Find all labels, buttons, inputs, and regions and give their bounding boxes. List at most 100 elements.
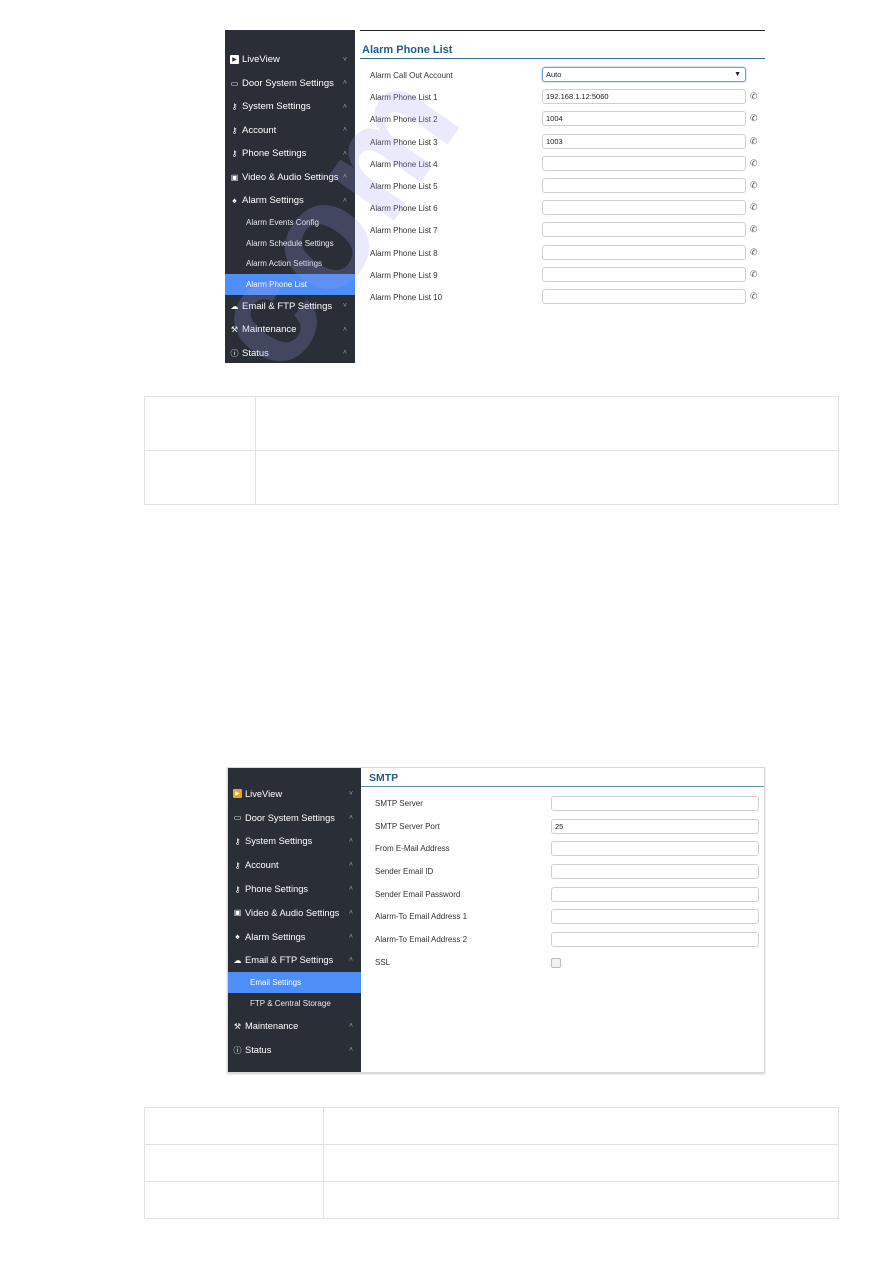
sidebar-item-status[interactable]: ⓘ Status ˄ [228, 1038, 361, 1062]
chevron-up-icon: ˄ [342, 126, 347, 134]
sidebar-subitem-alarm-phone-list[interactable]: Alarm Phone List [225, 274, 355, 295]
sidebar-item-liveview[interactable]: ▶ LiveView ˅ [228, 782, 361, 806]
sidebar-item-label: Door System Settings [245, 812, 335, 823]
alarm-phone-label: Alarm Phone List 2 [370, 115, 438, 125]
phone-icon[interactable]: ✆ [750, 247, 758, 258]
dropdown-caret-icon: ▼ [734, 71, 741, 78]
alarm-phone-input[interactable]: 1003 [542, 133, 746, 149]
alarm-phone-input[interactable]: 1004 [542, 111, 746, 127]
sidebar-item-system-settings[interactable]: ⚷ System Settings ˄ [228, 830, 361, 854]
sidebar-item-maintenance[interactable]: ⚒ Maintenance ˄ [225, 318, 355, 342]
sidebar: ▶ LiveView ˅ ▭ Door System Settings ˄ ⚷ System … [228, 768, 361, 1072]
sidebar-item-system-settings[interactable]: ⚷ System Settings ˄ [225, 95, 355, 119]
sidebar-item-video-audio-settings[interactable]: ▣ Video & Audio Settings ˄ [228, 901, 361, 925]
smtp-field-label: Alarm-To Email Address 2 [375, 935, 468, 945]
alarm-phone-list-panel: Alarm Phone List Alarm Call Out Account … [360, 44, 765, 309]
phone-icon[interactable]: ✆ [750, 136, 758, 147]
sidebar-item-label: Account [245, 860, 279, 871]
sidebar-subitem-alarm-schedule-settings[interactable]: Alarm Schedule Settings [225, 233, 355, 254]
key-icon: ⚷ [231, 125, 238, 135]
sidebar-item-phone-settings[interactable]: ⚷ Phone Settings ˄ [225, 142, 355, 166]
sidebar-subitem-ftp-central-storage[interactable]: FTP & Central Storage [228, 993, 361, 1014]
smtp-panel: SMTP SMTP Server SMTP Server Port 25 From E… [361, 772, 764, 975]
alarm-phone-row: Alarm Phone List 2 1004 ✆ [360, 109, 765, 131]
smtp-field-label: Sender Email ID [375, 867, 434, 877]
smtp-field-input[interactable] [551, 864, 759, 880]
smtp-field-input[interactable] [551, 886, 759, 902]
section-title: SMTP [361, 772, 764, 787]
phone-icon[interactable]: ✆ [750, 158, 758, 169]
alarm-phone-row: Alarm Phone List 8 ✆ [360, 243, 765, 265]
smtp-settings-screenshot: ▶ LiveView ˅ ▭ Door System Settings ˄ ⚷ System … [227, 767, 765, 1073]
sidebar-item-label: Alarm Settings [242, 195, 304, 207]
sidebar-item-email-ftp-settings[interactable]: ☁ Email & FTP Settings ˄ [228, 949, 361, 973]
ssl-checkbox[interactable] [551, 957, 561, 968]
sidebar-subitem-alarm-action-settings[interactable]: Alarm Action Settings [225, 254, 355, 275]
description-table-1 [144, 396, 839, 505]
sidebar-item-phone-settings[interactable]: ⚷ Phone Settings ˄ [228, 877, 361, 901]
smtp-field-label: SMTP Server [375, 799, 423, 808]
bell-icon: ♠ [232, 196, 237, 206]
smtp-field-row: Sender Email Password [361, 884, 764, 907]
smtp-field-input[interactable] [551, 909, 759, 925]
smtp-field-input[interactable]: 25 [551, 818, 759, 834]
sidebar-item-status[interactable]: ⓘ Status ˄ [225, 342, 355, 366]
smtp-field-input[interactable] [551, 932, 759, 948]
sidebar-item-account[interactable]: ⚷ Account ˄ [225, 119, 355, 143]
cloud-icon: ☁ [230, 301, 239, 311]
chevron-up-icon: ˄ [348, 1022, 353, 1030]
smtp-field-row: SMTP Server [361, 793, 764, 816]
chevron-up-icon: ˄ [348, 885, 353, 893]
sidebar-item-label: Email & FTP Settings [245, 955, 334, 966]
alarm-phone-input[interactable] [542, 155, 746, 171]
ssl-label: SSL [375, 957, 391, 967]
alarm-phone-input[interactable] [542, 200, 746, 216]
smtp-field-input[interactable] [551, 841, 759, 857]
bell-icon: ♠ [235, 932, 240, 942]
sidebar-item-label: System Settings [242, 101, 311, 113]
alarm-phone-input[interactable] [542, 288, 746, 304]
phone-icon[interactable]: ✆ [750, 269, 758, 280]
alarm-phone-input[interactable]: 192.168.1.12:5060 [542, 89, 746, 105]
chevron-up-icon: ˄ [342, 79, 347, 87]
smtp-field-label: SMTP Server Port [375, 821, 440, 831]
sidebar-item-email-ftp-settings[interactable]: ☁ Email & FTP Settings ˅ [225, 295, 355, 319]
phone-icon[interactable]: ✆ [750, 180, 758, 191]
sidebar-item-video-audio-settings[interactable]: ▣ Video & Audio Settings ˄ [225, 166, 355, 190]
chevron-up-icon: ˄ [348, 909, 353, 917]
sidebar-subitem-email-settings[interactable]: Email Settings [228, 972, 361, 994]
sidebar-item-label: Alarm Settings [245, 931, 306, 942]
alarm-phone-label: Alarm Phone List 10 [370, 292, 443, 302]
smtp-field-row: Sender Email ID [361, 861, 764, 884]
sidebar-item-alarm-settings[interactable]: ♠ Alarm Settings ˄ [225, 189, 355, 213]
sidebar-item-label: Phone Settings [245, 884, 309, 895]
phone-icon[interactable]: ✆ [750, 113, 758, 124]
phone-icon[interactable]: ✆ [750, 202, 758, 213]
sidebar-item-maintenance[interactable]: ⚒ Maintenance ˄ [228, 1014, 361, 1038]
alarm-phone-row: Alarm Phone List 1 192.168.1.12:5060 ✆ [360, 87, 765, 109]
table-row [144, 396, 839, 451]
sidebar-item-account[interactable]: ⚷ Account ˄ [228, 853, 361, 877]
alarm-phone-input[interactable] [542, 177, 746, 193]
phone-icon[interactable]: ✆ [750, 224, 758, 235]
wrench-icon: ⚒ [233, 1021, 242, 1031]
ssl-row: SSL [361, 952, 764, 975]
alarm-phone-input[interactable] [542, 244, 746, 260]
chevron-up-icon: ˄ [342, 326, 347, 334]
sidebar-subitem-alarm-events-config[interactable]: Alarm Events Config [225, 213, 355, 234]
chevron-up-icon: ˄ [348, 837, 353, 845]
smtp-field-input[interactable] [551, 796, 759, 811]
section-title: Alarm Phone List [360, 44, 765, 59]
call-out-account-select[interactable]: Auto ▼ [542, 67, 746, 82]
call-out-account-label: Alarm Call Out Account [370, 71, 453, 80]
phone-icon[interactable]: ✆ [750, 91, 758, 102]
alarm-phone-input[interactable] [542, 222, 746, 238]
phone-icon[interactable]: ✆ [750, 291, 758, 302]
sidebar-item-alarm-settings[interactable]: ♠ Alarm Settings ˄ [228, 925, 361, 949]
video-icon: ▶ [230, 55, 239, 65]
alarm-phone-input[interactable] [542, 266, 746, 282]
sidebar-item-door-system-settings[interactable]: ▭ Door System Settings ˄ [225, 72, 355, 96]
alarm-phone-label: Alarm Phone List 1 [370, 93, 438, 103]
sidebar-item-liveview[interactable]: ▶ LiveView ˅ [225, 48, 355, 72]
sidebar-item-door-system-settings[interactable]: ▭ Door System Settings ˄ [228, 806, 361, 830]
